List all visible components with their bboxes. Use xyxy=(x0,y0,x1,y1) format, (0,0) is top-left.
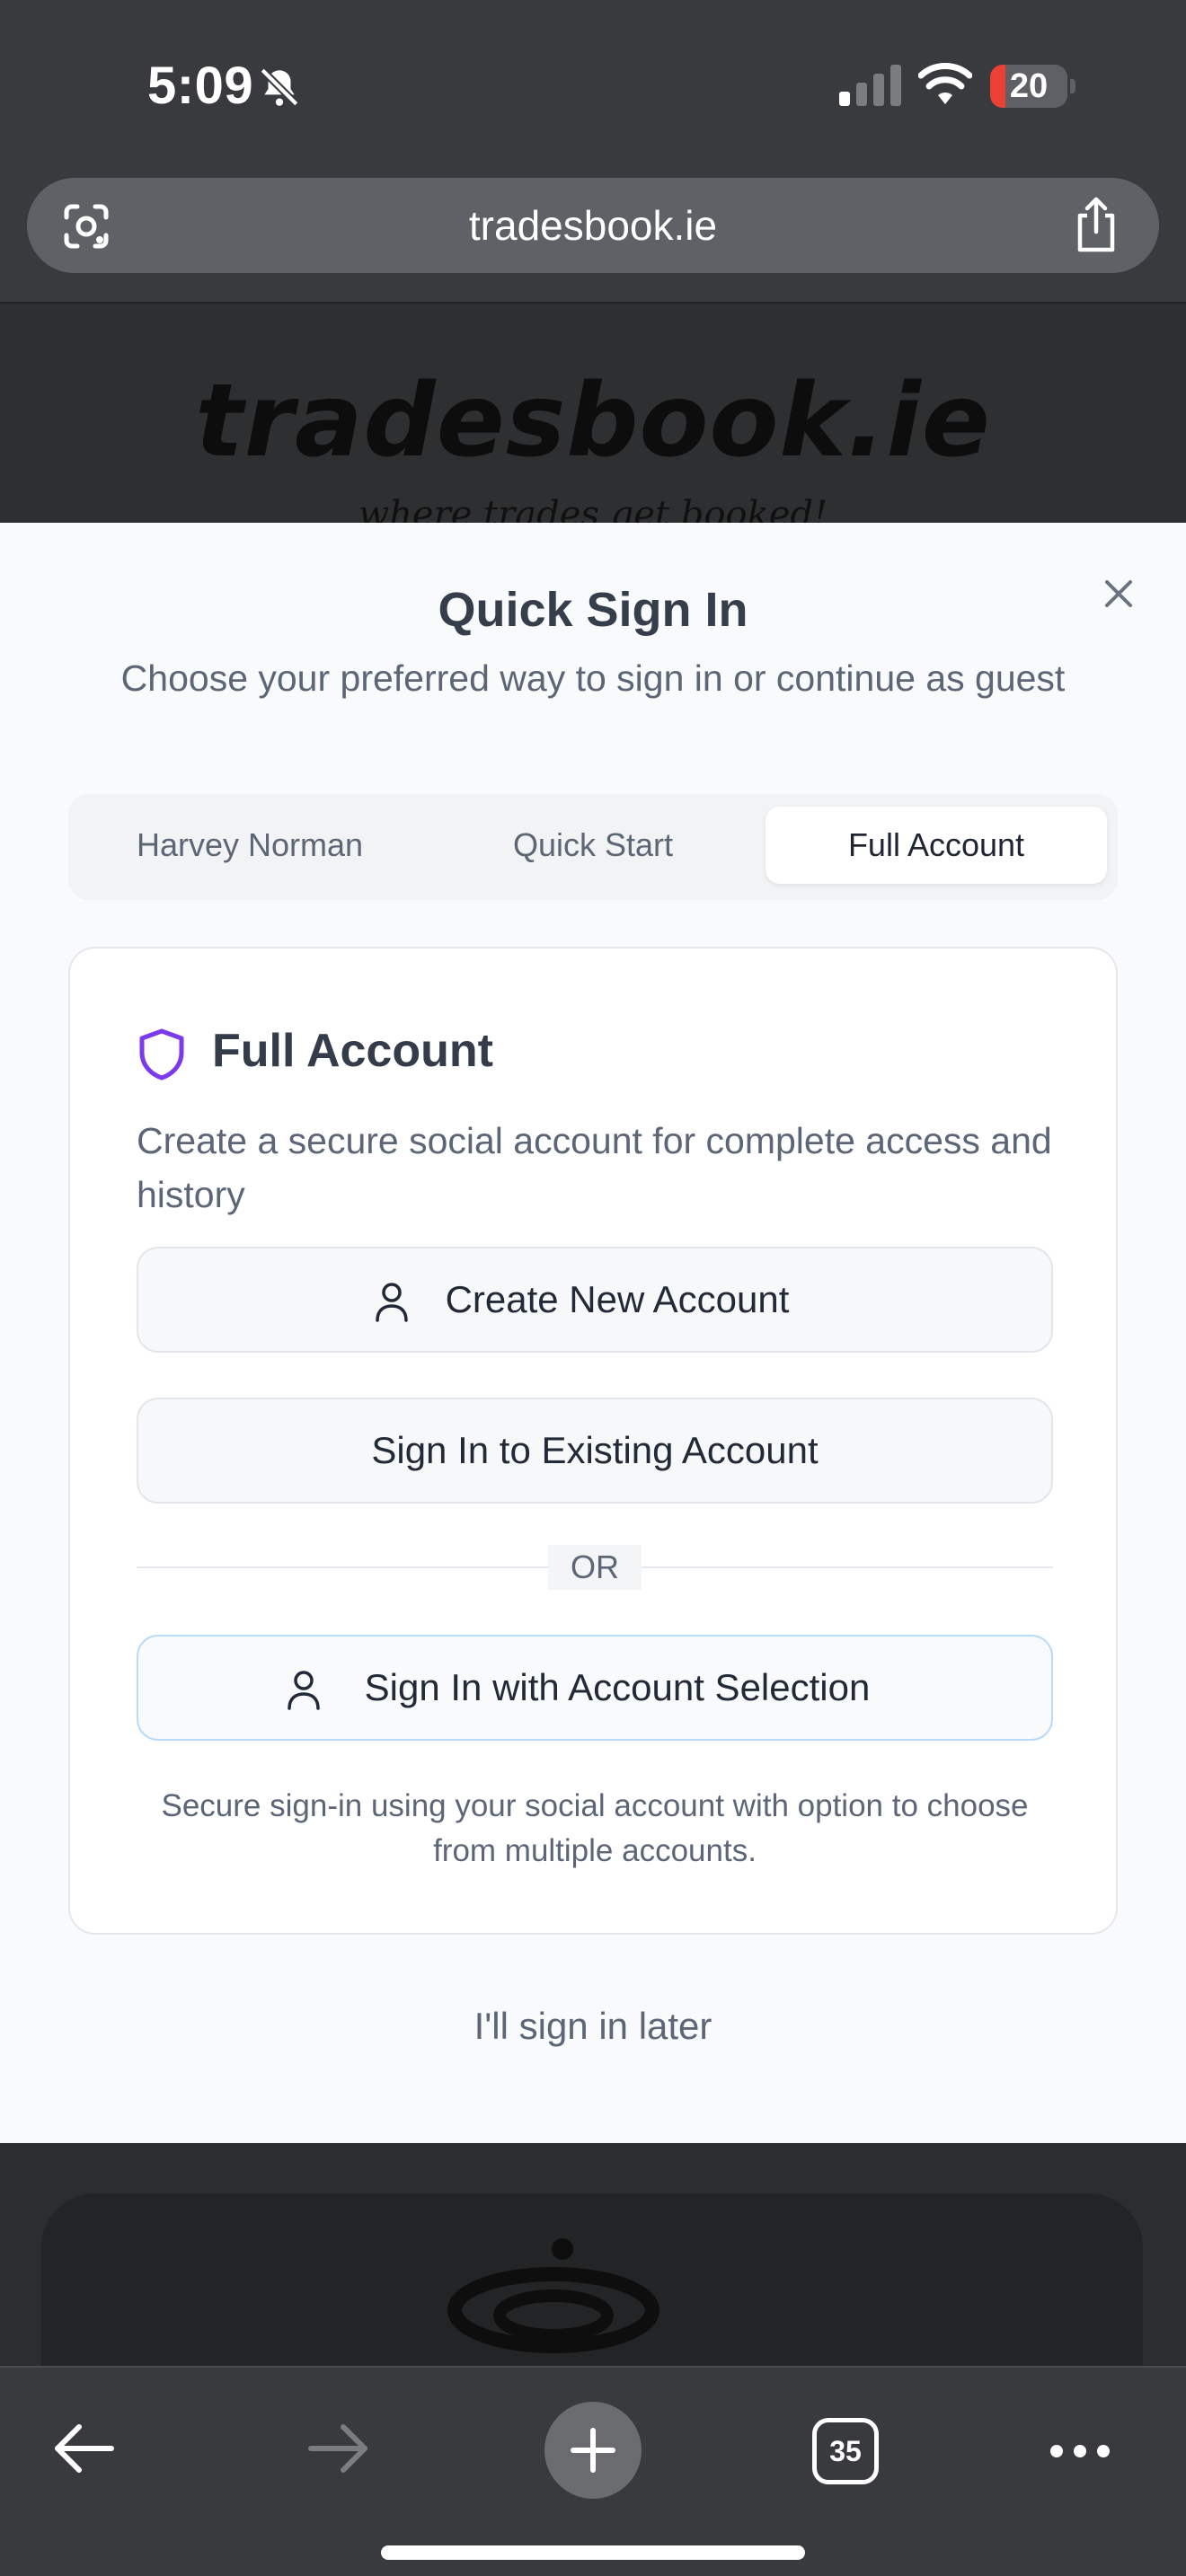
hero-image xyxy=(41,2193,1143,2368)
url-text[interactable]: tradesbook.ie xyxy=(27,178,1159,273)
page-content-behind xyxy=(0,2143,1186,2368)
more-icon[interactable] xyxy=(1048,2438,1112,2465)
shield-icon xyxy=(139,1028,184,1081)
full-account-card: Full Account Create a secure social acco… xyxy=(68,947,1118,1935)
tab-harvey-norman[interactable]: Harvey Norman xyxy=(81,807,419,884)
tab-quick-start[interactable]: Quick Start xyxy=(424,807,762,884)
secure-sign-in-note: Secure sign-in using your social account… xyxy=(161,1788,1029,1868)
share-icon[interactable] xyxy=(1069,196,1123,255)
modal-subtitle: Choose your preferred way to sign in or … xyxy=(120,657,1066,699)
new-tab-button[interactable] xyxy=(544,2402,642,2499)
sign-in-later-link[interactable]: I'll sign in later xyxy=(0,2005,1186,2048)
wifi-icon xyxy=(918,63,972,104)
browser-chrome: 5:09 20 tradesbook.ie xyxy=(0,0,1186,302)
site-logo: tradesbook.ie xyxy=(195,363,991,480)
card-description: Create a secure social account for compl… xyxy=(137,1120,1052,1215)
plus-icon xyxy=(571,2428,615,2473)
create-new-account-button[interactable]: Create New Account xyxy=(137,1247,1053,1353)
battery-icon: 20 xyxy=(990,65,1076,108)
home-indicator xyxy=(381,2545,805,2560)
create-new-account-label: Create New Account xyxy=(445,1278,790,1320)
status-time: 5:09 xyxy=(147,57,254,115)
tab-count: 35 xyxy=(829,2435,862,2467)
forward-arrow-icon xyxy=(308,2424,367,2473)
site-tagline: where trades get booked! xyxy=(358,494,828,523)
ceiling-lamp-image xyxy=(447,2238,659,2353)
cellular-signal-icon xyxy=(839,65,901,106)
sign-in-account-selection-button[interactable]: Sign In with Account Selection xyxy=(137,1635,1053,1741)
sign-in-account-selection-label: Sign In with Account Selection xyxy=(364,1666,871,1708)
url-bar[interactable]: tradesbook.ie xyxy=(27,178,1159,273)
sign-in-existing-account-button[interactable]: Sign In to Existing Account xyxy=(137,1398,1053,1504)
battery-percentage: 20 xyxy=(1009,67,1049,105)
sign-in-existing-label: Sign In to Existing Account xyxy=(371,1429,819,1471)
sign-in-tabs: Harvey Norman Quick Start Full Account xyxy=(68,794,1118,900)
tab-full-account[interactable]: Full Account xyxy=(766,807,1107,884)
card-title: Full Account xyxy=(212,1025,493,1077)
quick-sign-in-modal: Quick Sign In Choose your preferred way … xyxy=(0,523,1186,2143)
page-header-behind: tradesbook.ie where trades get booked! xyxy=(0,302,1186,523)
modal-title: Quick Sign In xyxy=(438,583,748,637)
or-label: OR xyxy=(548,1545,642,1590)
back-arrow-icon[interactable] xyxy=(52,2422,117,2475)
tabs-icon[interactable]: 35 xyxy=(812,2418,879,2484)
bell-slash-icon xyxy=(260,67,299,107)
browser-toolbar: 35 xyxy=(0,2366,1186,2576)
